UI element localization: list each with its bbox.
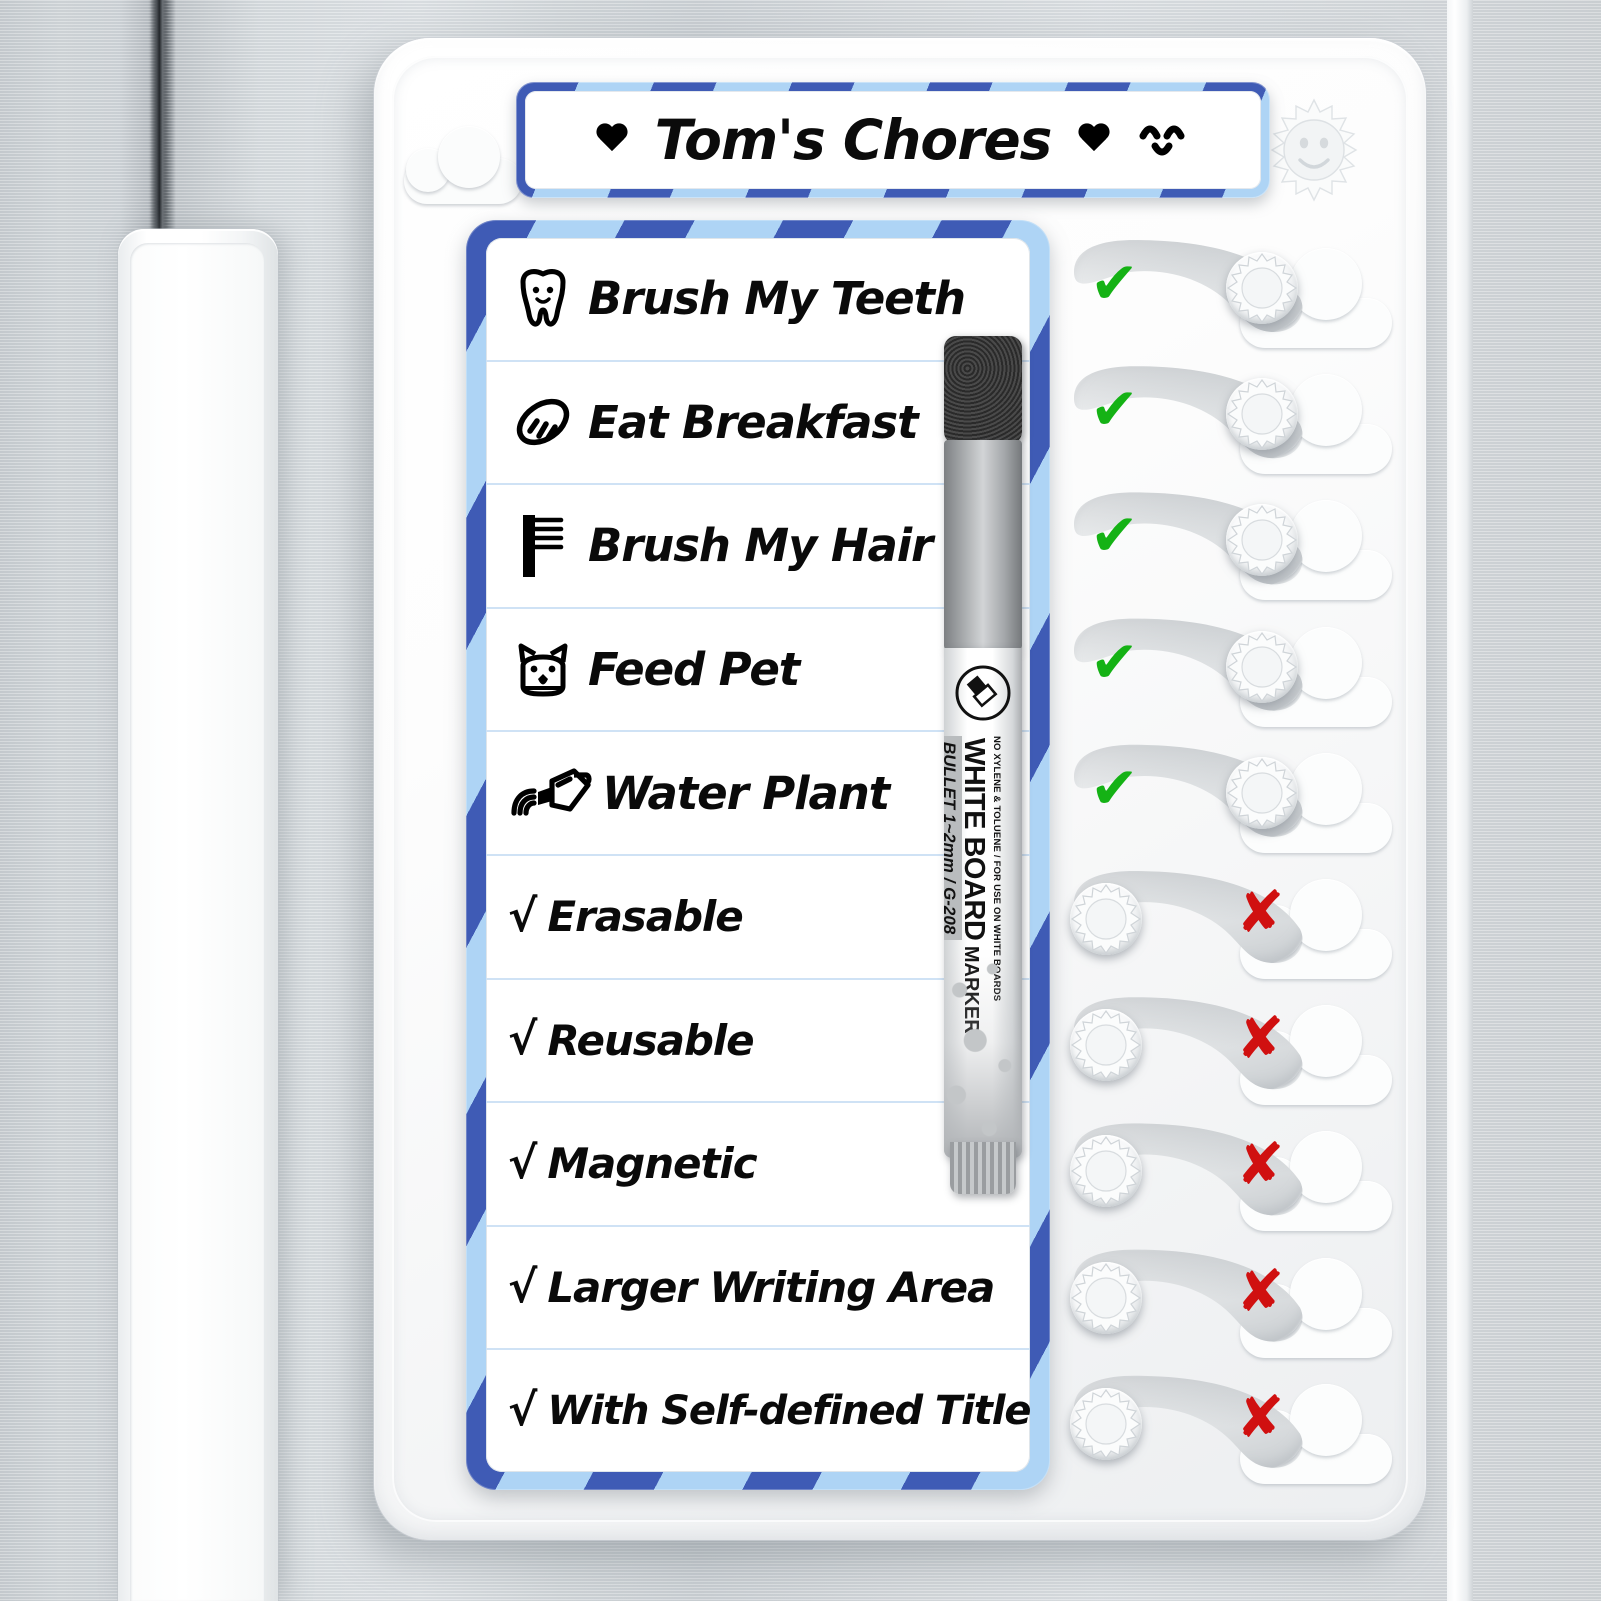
page-title: Tom's Chores — [654, 108, 1053, 172]
happy-face-icon — [1137, 116, 1191, 164]
cross-mark-icon: ✘ — [1236, 1130, 1285, 1199]
slider-knob[interactable] — [1070, 1261, 1142, 1334]
list-item-label: Water Plant — [602, 766, 890, 820]
heart-icon — [1077, 124, 1111, 156]
bread-icon — [508, 393, 578, 451]
slider-knob[interactable] — [1070, 1009, 1142, 1082]
cloud-icon — [404, 126, 522, 204]
slider-knob[interactable] — [1226, 756, 1298, 829]
list-item-label: Brush My Teeth — [588, 272, 966, 326]
check-mark-icon: ✔ — [1090, 249, 1139, 317]
slider-track[interactable]: ✔ — [1068, 364, 1308, 460]
chore-slider-toggle[interactable]: ✔ — [1064, 731, 1394, 857]
comb-icon — [508, 511, 578, 581]
cross-mark-icon: ✘ — [1236, 1382, 1285, 1451]
chore-slider-toggle[interactable]: ✔ — [1064, 352, 1394, 478]
slider-knob[interactable] — [1070, 1135, 1142, 1208]
list-item-label: Erasable — [547, 892, 743, 942]
cross-mark-icon: ✘ — [1236, 1256, 1285, 1325]
check-mark-icon: ✔ — [1090, 501, 1139, 570]
marker-cap-foam — [944, 336, 1022, 444]
marker-barrel-white: NO XYLENE & TOLUENE / FOR USE ON WHITE B… — [944, 648, 1022, 1158]
smiling-sun-icon — [1262, 98, 1366, 202]
title-strip[interactable]: Tom's Chores — [516, 82, 1270, 198]
slider-track[interactable]: ✘ — [1068, 869, 1308, 965]
slider-track[interactable]: ✔ — [1068, 490, 1308, 586]
slider-knob[interactable] — [1226, 630, 1298, 703]
row-check-mark: √ — [508, 1014, 538, 1066]
list-item-label: Reusable — [547, 1015, 754, 1065]
check-mark-icon: ✔ — [1090, 753, 1139, 822]
marker-barrel-grey — [944, 440, 1022, 650]
chore-slider-toggle[interactable]: ✘ — [1064, 1109, 1394, 1235]
list-item-label: Magnetic — [547, 1139, 757, 1189]
marker-nib-icon — [954, 664, 1012, 722]
chore-slider-toggle[interactable]: ✘ — [1064, 1362, 1394, 1488]
marker-speckle-pattern — [944, 948, 1022, 1158]
cross-mark-icon: ✘ — [1236, 1004, 1285, 1073]
cross-mark-icon: ✘ — [1236, 878, 1285, 946]
check-mark-icon: ✔ — [1090, 627, 1139, 696]
row-check-mark: √ — [508, 890, 538, 942]
slider-knob[interactable] — [1226, 378, 1298, 451]
marker-product-name: WHITE BOARD — [958, 738, 990, 941]
marker-tip-spec: BULLET 1~2mm — [944, 742, 959, 873]
slider-track[interactable]: ✘ — [1068, 995, 1308, 1091]
slider-track[interactable]: ✘ — [1068, 1248, 1308, 1344]
whiteboard-marker[interactable]: NO XYLENE & TOLUENE / FOR USE ON WHITE B… — [928, 336, 1036, 1194]
slider-column[interactable]: ✔ ✔ ✔ ✔ ✔ ✘ ✘ ✘ ✘ ✘ — [1064, 226, 1394, 1488]
slider-knob[interactable] — [1070, 1387, 1142, 1460]
slider-knob[interactable] — [1070, 883, 1142, 955]
watering-can-icon — [508, 765, 592, 821]
chore-slider-toggle[interactable]: ✘ — [1064, 1236, 1394, 1362]
chore-slider-toggle[interactable]: ✘ — [1064, 983, 1394, 1109]
slider-knob[interactable] — [1226, 504, 1298, 577]
list-item-label: Eat Breakfast — [588, 395, 919, 449]
slider-knob[interactable] — [1226, 252, 1298, 324]
slider-track[interactable]: ✔ — [1068, 238, 1308, 334]
chore-slider-toggle[interactable]: ✔ — [1064, 226, 1394, 352]
slider-track[interactable]: ✔ — [1068, 617, 1308, 713]
list-item[interactable]: √ With Self-defined Title — [486, 1348, 1030, 1472]
slider-track[interactable]: ✔ — [1068, 743, 1308, 839]
chore-slider-toggle[interactable]: ✔ — [1064, 605, 1394, 731]
chore-slider-toggle[interactable]: ✔ — [1064, 478, 1394, 604]
list-item[interactable]: √ Larger Writing Area — [486, 1224, 1030, 1349]
list-item-label: Feed Pet — [588, 643, 800, 697]
list-item-label: Larger Writing Area — [547, 1263, 995, 1313]
row-check-mark: √ — [508, 1261, 538, 1313]
list-item-label: With Self-defined Title — [547, 1388, 1030, 1435]
slider-track[interactable]: ✘ — [1068, 1121, 1308, 1217]
check-mark-icon: ✔ — [1090, 375, 1139, 444]
list-item-label: Brush My Hair — [588, 519, 933, 573]
tooth-icon — [508, 266, 578, 332]
title-write-area[interactable]: Tom's Chores — [525, 91, 1261, 189]
pet-face-icon — [508, 640, 578, 700]
row-check-mark: √ — [508, 1385, 538, 1437]
refrigerator-right-edge — [1447, 0, 1473, 1601]
slider-track[interactable]: ✘ — [1068, 1374, 1308, 1470]
chore-chart-board[interactable]: Tom's Chores Brush My Teeth Eat Breakfas… — [374, 38, 1426, 1540]
marker-model: G-208 — [944, 887, 959, 935]
refrigerator-door-handle[interactable] — [118, 229, 278, 1601]
row-check-mark: √ — [508, 1137, 538, 1189]
marker-end-cap — [950, 1142, 1016, 1194]
chore-slider-toggle[interactable]: ✘ — [1064, 857, 1394, 983]
heart-icon — [595, 124, 629, 156]
